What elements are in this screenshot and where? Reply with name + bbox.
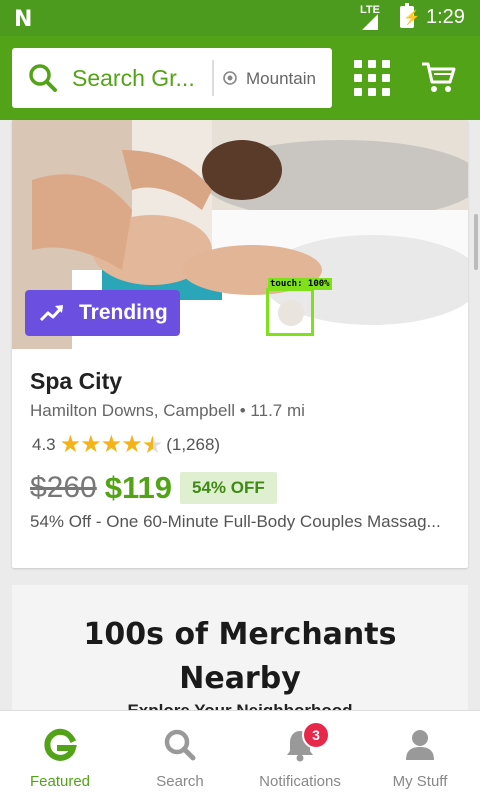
nav-search-label: Search — [156, 773, 204, 790]
review-count: (1,268) — [166, 435, 221, 455]
clock: 1:29 — [426, 6, 465, 28]
cart-icon[interactable] — [420, 60, 456, 94]
deal-title: 54% Off - One 60-Minute Full-Body Couple… — [30, 512, 441, 531]
battery-icon: ⚡ — [400, 3, 420, 28]
star-rating-icon: ★★★★★ — [59, 431, 164, 460]
scrollbar[interactable] — [474, 214, 478, 270]
nav-featured[interactable]: Featured — [0, 711, 120, 800]
nav-notifications-label: Notifications — [259, 773, 341, 790]
signal-icon — [362, 14, 378, 30]
nav-my-stuff[interactable]: My Stuff — [360, 711, 480, 800]
location-icon — [223, 71, 237, 85]
trending-label: Trending — [79, 301, 168, 324]
deal-card[interactable]: Trending touch: 100% Spa City Hamilton D… — [12, 120, 468, 568]
deal-price: $119 — [104, 470, 173, 505]
location-input[interactable]: Mountain — [246, 69, 326, 89]
original-price: $260 — [30, 471, 97, 504]
nav-featured-label: Featured — [29, 773, 91, 790]
rating-value: 4.3 — [32, 435, 56, 455]
merchant-name: Spa City — [30, 368, 123, 394]
nav-notifications[interactable]: Notifications — [240, 711, 360, 800]
search-icon — [164, 729, 196, 761]
notification-count-badge: 3 — [302, 721, 330, 749]
price-row: $260 $119 54% OFF — [30, 470, 277, 510]
nav-my-stuff-label: My Stuff — [392, 773, 448, 790]
rating-row: 4.3 ★★★★★ (1,268) — [32, 430, 221, 459]
groupon-g-icon — [44, 728, 77, 761]
user-icon — [406, 730, 434, 760]
section-headline-line2: Nearby — [179, 661, 301, 696]
bottom-navigation: Featured Search Notifications 3 My Stuff — [0, 710, 480, 800]
merchant-location: Hamilton Downs, Campbell • 11.7 mi — [30, 401, 305, 420]
carrier-logo-icon: N — [14, 7, 33, 32]
section-headline: 100s of Merchants Nearby — [12, 613, 468, 701]
search-bar[interactable]: Search Gr... Mountain — [12, 48, 332, 108]
search-input[interactable]: Search Gr... — [72, 65, 208, 92]
touch-indicator — [266, 288, 314, 336]
categories-grid-icon[interactable] — [352, 58, 392, 98]
nav-search[interactable]: Search — [120, 711, 240, 800]
trending-badge: Trending — [25, 290, 180, 336]
app-header: Search Gr... Mountain — [0, 36, 480, 120]
status-bar: N LTE ⚡ 1:29 — [0, 0, 480, 36]
discount-badge: 54% OFF — [180, 472, 277, 504]
trending-up-icon — [39, 305, 64, 322]
section-headline-line1: 100s of Merchants — [83, 617, 397, 652]
search-icon — [29, 64, 57, 92]
merchants-nearby-section[interactable]: 100s of Merchants Nearby Explore Your Ne… — [12, 585, 468, 725]
search-divider — [212, 60, 214, 96]
